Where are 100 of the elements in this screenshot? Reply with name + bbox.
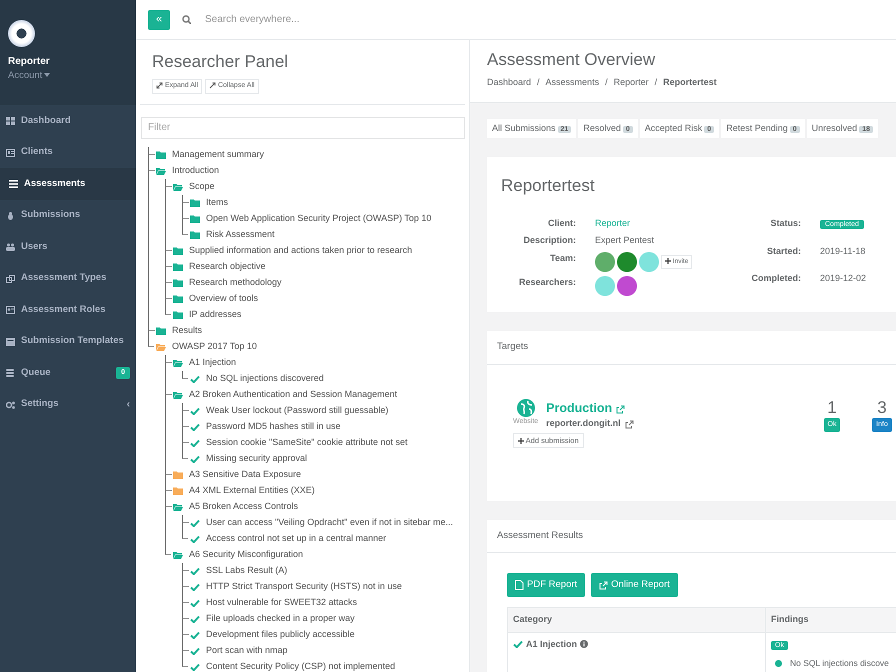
sidebar-item[interactable]: Assessments [0, 168, 136, 200]
filter-field[interactable]: Filter [141, 116, 465, 139]
column-header: Findings [766, 608, 896, 632]
field-label: Client: [547, 216, 576, 230]
id-card-icon [6, 148, 15, 156]
panel-title: Researcher Panel [152, 52, 290, 72]
tree-node[interactable]: HTTP Strict Transport Security (HSTS) not in use [190, 578, 469, 595]
breadcrumb-separator: / [654, 77, 658, 88]
tree-node[interactable]: Research methodology [173, 274, 469, 291]
finding-text: No SQL injections discove [790, 657, 889, 670]
expand-icon [156, 82, 163, 90]
connector-line [165, 306, 171, 315]
tree-node[interactable]: Risk Assessment [190, 226, 469, 243]
tree-node[interactable]: Introduction [156, 162, 469, 179]
tree-node[interactable]: Overview of tools [173, 290, 469, 307]
tree-node[interactable]: A2 Broken Authentication and Session Management [173, 386, 469, 403]
stat-count: 1 [826, 398, 838, 416]
database-icon [6, 369, 15, 377]
tree-node[interactable]: SSL Labs Result (A) [190, 562, 469, 579]
tree-node[interactable]: A5 Broken Access Controls [173, 498, 469, 515]
tree-node[interactable]: Access control not set up in a central manner [190, 530, 469, 547]
sidebar-item[interactable]: Users [0, 231, 136, 263]
tree-node[interactable]: Scope [173, 178, 469, 195]
tree-node[interactable]: No SQL injections discovered [190, 370, 469, 387]
external-link-icon [599, 580, 608, 590]
gears-icon [6, 400, 15, 408]
connector-line [165, 546, 171, 555]
account-menu[interactable]: Account [8, 69, 128, 84]
breadcrumb-link[interactable]: Assessments [546, 77, 600, 88]
globe-icon [516, 398, 535, 417]
category-name: A1 Injection [526, 638, 578, 651]
breadcrumb-link[interactable]: Reporter [614, 77, 649, 88]
tree-node[interactable]: IP addresses [173, 306, 469, 323]
bullet-icon [775, 660, 782, 668]
copy-icon [6, 274, 15, 282]
breadcrumb-separator: / [537, 77, 540, 88]
tree-node[interactable]: Open Web Application Security Project (OWASP) Top 10 [190, 210, 469, 227]
field-value: 2019-11-18 [820, 244, 866, 258]
sidebar-item[interactable]: Submissions [0, 200, 136, 232]
page-title: Assessment Overview [487, 50, 656, 70]
tree-node[interactable]: Port scan with nmap [190, 642, 469, 659]
connector-line [182, 370, 188, 379]
logo-icon [8, 20, 35, 47]
tree-node[interactable]: Results [156, 322, 469, 339]
sidebar-item[interactable]: Settings ‹ [0, 388, 136, 420]
tree-node[interactable]: Development files publicly accessible [190, 626, 469, 643]
external-link-icon [616, 404, 626, 414]
external-link-icon [624, 420, 634, 429]
field-label: Completed: [750, 272, 801, 286]
field-label: Researchers: [518, 276, 576, 289]
field-label: Status: [769, 216, 801, 230]
tree-node[interactable]: A4 XML External Entities (XXE) [173, 482, 469, 499]
info-icon [580, 640, 588, 648]
sidebar-item[interactable]: Assessment Types [0, 262, 136, 294]
tree-node[interactable]: Host vulnerable for SWEET32 attacks [190, 594, 469, 611]
tree-node[interactable]: Supplied information and actions taken prior to research [173, 242, 469, 259]
tree-node[interactable]: Session cookie "SameSite" cookie attribute not set [190, 434, 469, 451]
template-icon [6, 338, 15, 346]
tree-node[interactable]: Items [190, 194, 469, 211]
breadcrumb-separator: / [605, 77, 608, 88]
brand-name: Reporter [8, 55, 51, 69]
document-icon [515, 580, 524, 590]
search-icon [182, 15, 191, 24]
tree-node[interactable]: A3 Sensitive Data Exposure [173, 466, 469, 483]
tree-node[interactable]: Weak User lockout (Password still guessable) [190, 402, 469, 419]
sidebar-item[interactable]: Dashboard [0, 105, 136, 137]
field-value: 2019-12-02 [820, 272, 866, 286]
tree-node[interactable]: Missing security approval [190, 450, 469, 467]
field-label: Team: [549, 252, 576, 265]
sidebar-item[interactable]: Assessment Roles [0, 294, 136, 326]
tree-node[interactable]: Management summary [156, 146, 469, 163]
connector-line [148, 338, 154, 347]
plus-icon [518, 438, 524, 444]
list-icon [9, 180, 18, 188]
tree-node[interactable]: Research objective [173, 258, 469, 275]
grid-icon [6, 117, 15, 125]
sidebar-item[interactable]: Submission Templates [0, 326, 136, 358]
plus-icon [665, 258, 671, 264]
card-title: Assessment Results [487, 520, 896, 553]
tree-node[interactable]: File uploads checked in a proper way [190, 610, 469, 627]
tree-node[interactable]: A1 Injection [173, 354, 469, 371]
sidebar-item[interactable]: Clients [0, 136, 136, 168]
stat-count: 3 [876, 398, 888, 416]
connector-line [182, 226, 188, 235]
breadcrumb-current: Reportertest [663, 77, 717, 88]
field-label: Started: [766, 244, 801, 258]
field-label: Description: [522, 234, 576, 248]
target-url: reporter.dongit.nl [546, 417, 621, 430]
users-icon [6, 243, 15, 251]
assessment-title: Reportertest [501, 175, 596, 198]
breadcrumb-link[interactable]: Dashboard [487, 77, 532, 88]
connector-line [182, 658, 188, 667]
tree-node[interactable]: OWASP 2017 Top 10 [156, 338, 469, 355]
tree-node[interactable]: A6 Security Misconfiguration [173, 546, 469, 563]
tree-node[interactable]: Content Security Policy (CSP) not implemented [190, 658, 469, 672]
tree-node[interactable]: User can access "Veiling Opdracht" even if not in sitebar me... [190, 514, 469, 531]
id-card-icon [6, 306, 15, 314]
tree-node[interactable]: Password MD5 hashes still in use [190, 418, 469, 435]
connector-line [182, 530, 188, 539]
collapse-icon [209, 82, 216, 90]
